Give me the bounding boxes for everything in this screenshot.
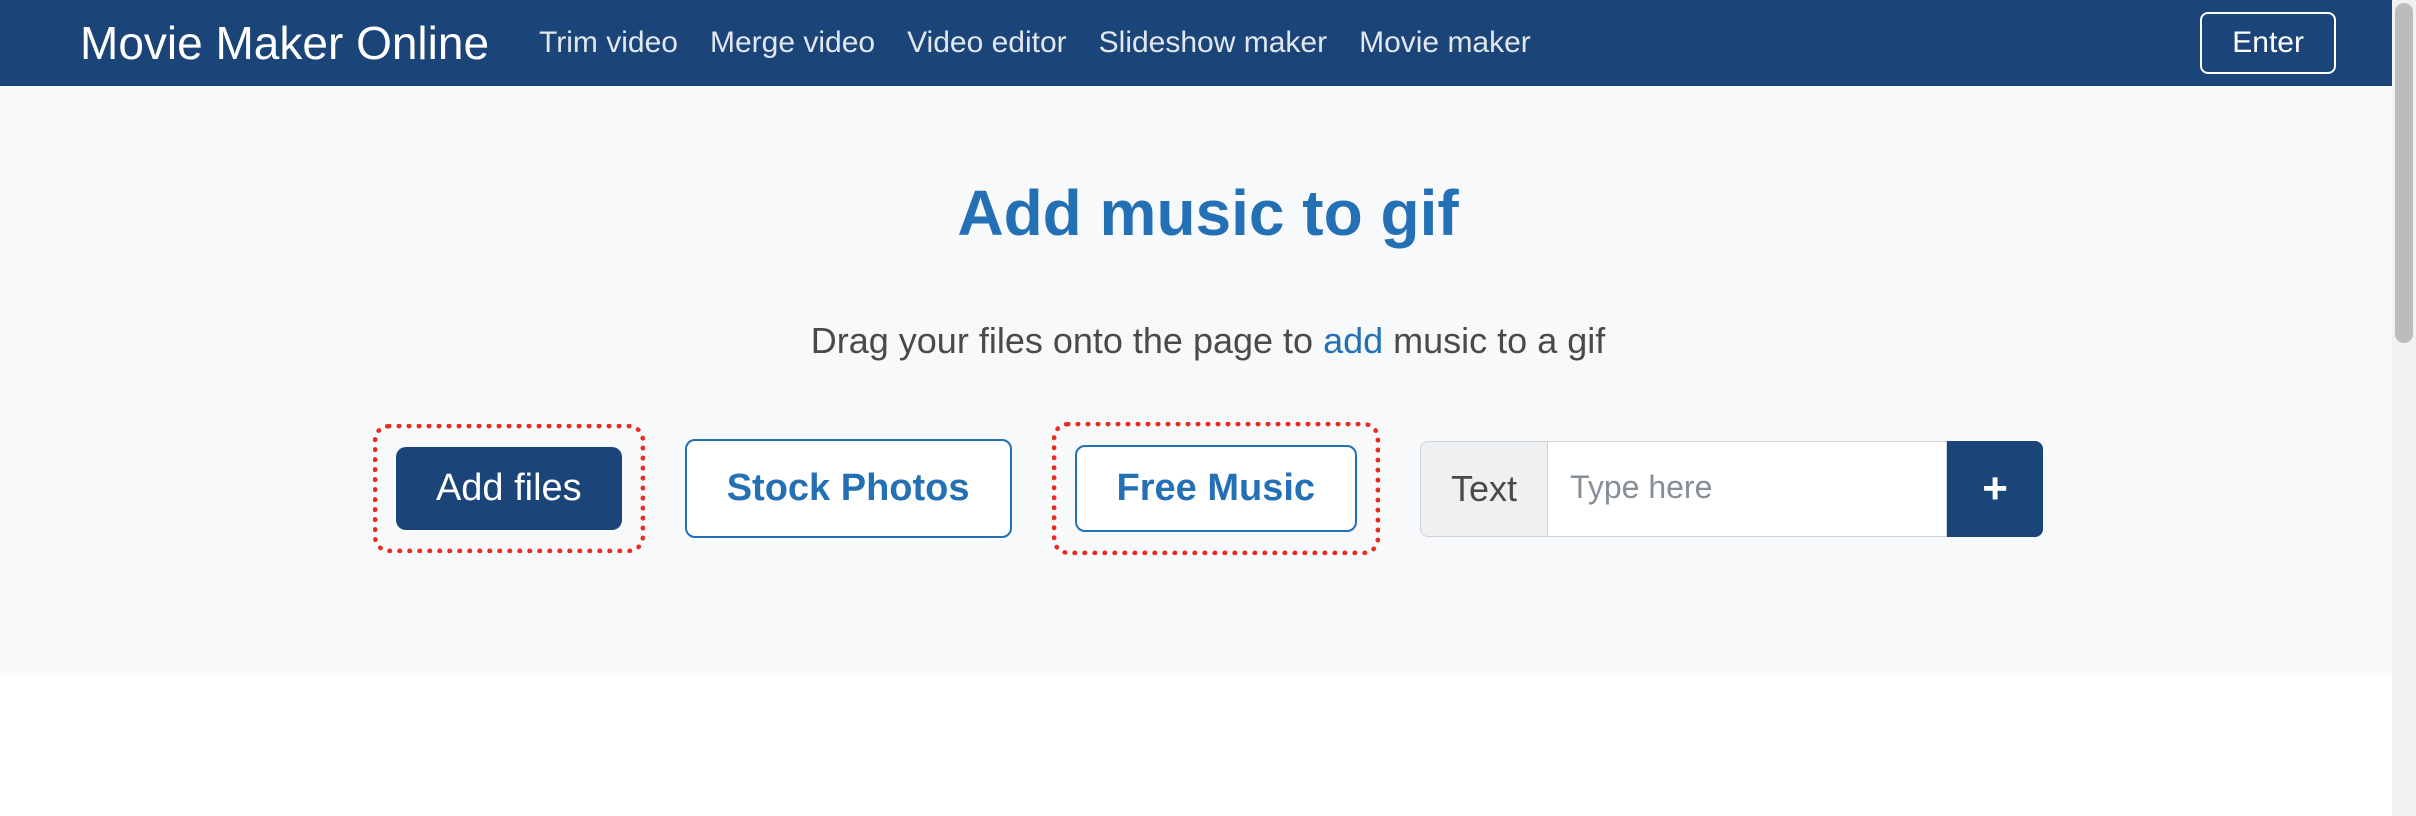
nav-merge-video[interactable]: Merge video [710,26,875,60]
stock-photos-button[interactable]: Stock Photos [685,439,1012,538]
page-title: Add music to gif [0,176,2416,250]
subtitle: Drag your files onto the page to add mus… [0,320,2416,362]
subtitle-after: music to a gif [1383,320,1605,361]
nav-trim-video[interactable]: Trim video [539,26,678,60]
nav-movie-maker[interactable]: Movie maker [1359,26,1531,60]
nav-video-editor[interactable]: Video editor [907,26,1067,60]
add-text-button[interactable]: + [1947,441,2043,537]
add-files-button[interactable]: Add files [396,447,622,530]
scrollbar-track[interactable] [2392,0,2416,816]
text-input-group: Text + [1420,441,2043,537]
logo[interactable]: Movie Maker Online [80,16,489,70]
nav-slideshow-maker[interactable]: Slideshow maker [1099,26,1327,60]
plus-icon: + [1982,464,2008,514]
free-music-button[interactable]: Free Music [1075,445,1358,532]
scrollbar-thumb[interactable] [2395,3,2413,343]
text-input[interactable] [1547,441,1947,537]
nav: Trim video Merge video Video editor Slid… [539,26,2200,60]
text-label: Text [1420,441,1547,537]
free-music-highlight: Free Music [1052,422,1381,555]
subtitle-before: Drag your files onto the page to [811,320,1323,361]
add-files-highlight: Add files [373,424,645,553]
enter-button[interactable]: Enter [2200,12,2336,74]
controls-row: Add files Stock Photos Free Music Text + [0,422,2416,555]
header: Movie Maker Online Trim video Merge vide… [0,0,2416,86]
hero-section: Add music to gif Drag your files onto th… [0,86,2416,675]
subtitle-add-link[interactable]: add [1323,320,1383,361]
